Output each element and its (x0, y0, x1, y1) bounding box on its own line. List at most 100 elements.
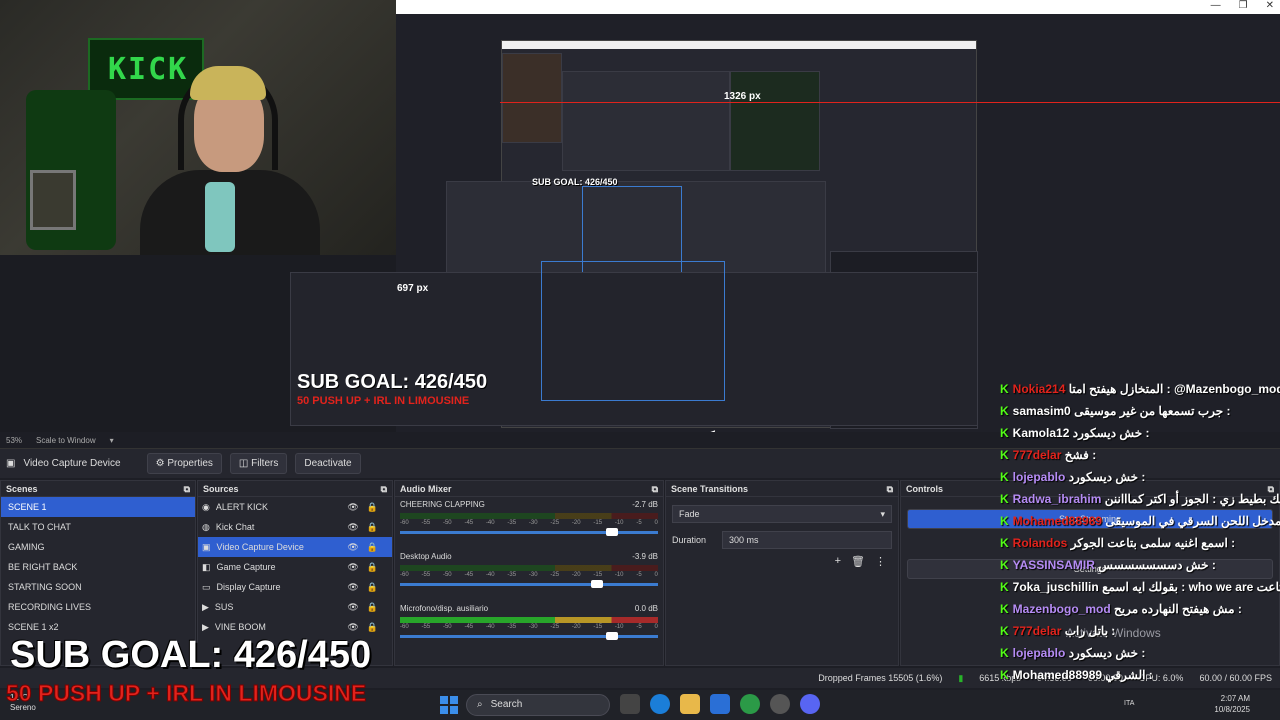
lock-icon[interactable]: 🔒 (367, 602, 378, 613)
scale-tick: -55 (421, 624, 431, 630)
chat-username: samasim0 (1012, 404, 1071, 418)
preview-canvas[interactable]: KICK 1326 px SUB GOAL: 426/450 697 px SU… (0, 0, 1280, 442)
scene-item[interactable]: RECORDING LIVES (1, 597, 195, 617)
chat-username: Kamola12 (1012, 426, 1070, 440)
properties-button[interactable]: ⚙ Properties (146, 453, 222, 474)
dock-popout-icon[interactable]: ⧉ (381, 484, 387, 494)
windows-logo-icon (440, 706, 448, 714)
system-clock[interactable]: 2:07 AM 10/8/2025 (1214, 693, 1250, 715)
scene-item[interactable]: BE RIGHT BACK (1, 557, 195, 577)
chat-message: K Mazenbogo_mod مش هيفتح النهارده مريح : (1000, 598, 1280, 620)
dock-popout-icon[interactable]: ⧉ (652, 484, 658, 494)
px-label-2: 697 px (397, 283, 429, 294)
kick-badge-icon: K (1000, 492, 1009, 506)
slider-handle[interactable] (606, 528, 619, 536)
file-explorer-icon[interactable] (680, 694, 700, 714)
kick-badge-icon: K (1000, 426, 1009, 440)
close-icon[interactable]: ✕ (1266, 0, 1274, 11)
zoom-scale-mode[interactable]: Scale to Window (36, 436, 96, 445)
scene-item[interactable]: SCENE 1 (1, 497, 195, 517)
scale-tick: -50 (442, 520, 452, 526)
scene-item[interactable]: GAMING (1, 537, 195, 557)
gamepad-icon: ◧ (202, 561, 211, 572)
chat-message: Ksamasim0 جرب تسمعها من غير موسيقى : (1000, 400, 1280, 422)
duration-input[interactable]: 300 ms (722, 531, 892, 549)
language-indicator[interactable]: ITA (1124, 700, 1134, 707)
scale-tick: -30 (528, 520, 538, 526)
eye-icon[interactable]: 👁 (347, 502, 358, 513)
volume-slider[interactable] (400, 528, 658, 536)
gear-icon: ⚙ (155, 458, 168, 469)
chevron-down-icon[interactable]: ▾ (110, 436, 114, 445)
slider-handle[interactable] (606, 632, 619, 640)
trash-icon[interactable]: 🗑 (851, 555, 865, 568)
source-item[interactable]: ◍ Kick Chat 👁 🔒 (198, 517, 392, 537)
scale-tick: -40 (485, 520, 495, 526)
start-button[interactable] (440, 696, 458, 714)
task-view-icon[interactable] (620, 694, 640, 714)
nested-obs-mini (562, 71, 730, 171)
lock-icon[interactable]: 🔒 (367, 582, 378, 593)
selected-source: ▣ Video Capture Device (6, 458, 121, 469)
lock-icon[interactable]: 🔒 (367, 622, 378, 633)
chrome-icon[interactable] (740, 694, 760, 714)
discord-icon[interactable] (800, 694, 820, 714)
volume-slider[interactable] (400, 632, 658, 640)
slider-handle[interactable] (590, 580, 603, 588)
dock-popout-icon[interactable]: ⧉ (184, 484, 190, 494)
scale-tick: -40 (485, 572, 495, 578)
taskbar-search[interactable]: ⌕ Search (466, 694, 610, 716)
volume-meter (400, 617, 658, 623)
chat-text: المتخازل هيفتح امتا : @Mazenbogo_mod (1068, 382, 1280, 396)
minimize-icon[interactable]: — (1211, 0, 1221, 11)
channel-name: CHEERING CLAPPING (400, 500, 485, 509)
window-titlebar: — ❐ ✕ (396, 0, 1280, 14)
obs-icon[interactable] (770, 694, 790, 714)
kick-badge-icon: K (1000, 580, 1009, 594)
scale-tick: -60 (400, 520, 409, 526)
edge-icon[interactable] (650, 694, 670, 714)
deactivate-button[interactable]: Deactivate (295, 453, 361, 474)
eye-icon[interactable]: 👁 (347, 602, 358, 613)
volume-slider[interactable] (400, 580, 658, 588)
chat-username: Mohamed88989 (1012, 668, 1103, 682)
add-icon[interactable]: + (835, 555, 841, 568)
scene-item[interactable]: STARTING SOON (1, 577, 195, 597)
nested-chat-mini (730, 71, 820, 171)
lock-icon[interactable]: 🔒 (367, 542, 378, 553)
lock-icon[interactable]: 🔒 (367, 562, 378, 573)
scale-tick: -20 (571, 624, 581, 630)
source-item-actions: 👁 🔒 (347, 622, 378, 633)
eye-icon[interactable]: 👁 (347, 542, 358, 553)
scale-tick: -5 (636, 624, 642, 630)
filters-button[interactable]: ◫ Filters (229, 453, 288, 474)
source-item[interactable]: ◧ Game Capture 👁 🔒 (198, 557, 392, 577)
source-item[interactable]: ▶ SUS 👁 🔒 (198, 597, 392, 617)
source-item[interactable]: ◉ ALERT KICK 👁 🔒 (198, 497, 392, 517)
chat-username: lojepablo (1012, 646, 1066, 660)
chat-username: Rolandos (1012, 536, 1068, 550)
obs-window: KICK 1326 px SUB GOAL: 426/450 697 px SU… (0, 0, 1280, 720)
eye-icon[interactable]: 👁 (347, 622, 358, 633)
maximize-icon[interactable]: ❐ (1239, 0, 1248, 11)
eye-icon[interactable]: 👁 (347, 522, 358, 533)
chat-text: مدخل اللحن السرقي في الموسيقى : (1105, 514, 1280, 528)
source-item[interactable]: ▣ Video Capture Device 👁 🔒 (198, 537, 392, 557)
scale-tick: -35 (507, 520, 517, 526)
more-icon[interactable]: ⋮ (875, 555, 886, 568)
lock-icon[interactable]: 🔒 (367, 502, 378, 513)
kick-badge-icon: K (1000, 404, 1009, 418)
eye-icon[interactable]: 👁 (347, 562, 358, 573)
scene-item[interactable]: TALK TO CHAT (1, 517, 195, 537)
scenes-list: SCENE 1 TALK TO CHAT GAMING BE RIGHT BACK ST… (1, 497, 195, 637)
bell-icon: ◉ (202, 501, 210, 512)
lock-icon[interactable]: 🔒 (367, 522, 378, 533)
selection-box-3 (541, 261, 725, 401)
eye-icon[interactable]: 👁 (347, 582, 358, 593)
dock-popout-icon[interactable]: ⧉ (887, 484, 893, 494)
zoom-value[interactable]: 53% (6, 436, 22, 445)
outlook-icon[interactable] (710, 694, 730, 714)
source-item[interactable]: ▭ Display Capture 👁 🔒 (198, 577, 392, 597)
transition-select[interactable]: Fade ▾ (672, 505, 892, 523)
source-item-actions: 👁 🔒 (347, 502, 378, 513)
